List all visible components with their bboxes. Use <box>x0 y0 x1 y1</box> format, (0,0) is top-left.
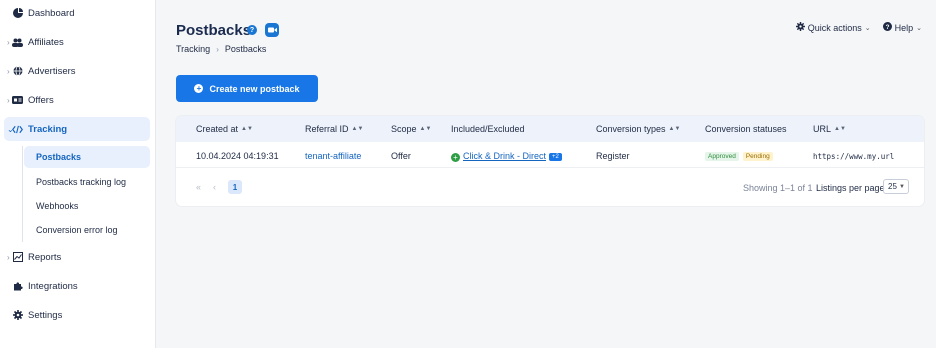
column-header-conversion-statuses: Conversion statuses <box>705 124 787 134</box>
help-label: Help <box>894 22 914 33</box>
column-label: Conversion types <box>596 124 666 134</box>
sort-icon: ▲▼ <box>419 126 432 132</box>
sidebar-subitem-webhooks[interactable]: Webhooks <box>24 195 150 217</box>
cell-included-excluded: + Click & Drink - Direct +2 <box>451 151 562 162</box>
status-badge-pending: Pending <box>742 152 773 161</box>
create-postback-label: Create new postback <box>209 83 300 94</box>
showing-count: Showing 1–1 of 1 <box>743 183 813 193</box>
column-header-conversion-types[interactable]: Conversion types ▲▼ <box>596 124 680 134</box>
cell-conversion-statuses: Approved Pending <box>705 150 777 161</box>
create-postback-button[interactable]: + Create new postback <box>176 75 318 102</box>
page-button-current[interactable]: 1 <box>228 180 243 194</box>
sidebar: Dashboard › Affiliates › Advertisers › O… <box>0 0 156 348</box>
cell-conversion-type: Register <box>596 151 630 161</box>
sidebar-item-label: Tracking <box>28 123 68 135</box>
first-page-button[interactable]: « <box>196 182 201 192</box>
more-items-badge[interactable]: +2 <box>549 153 562 161</box>
video-camera-icon <box>267 27 277 33</box>
submenu-rail <box>22 146 23 242</box>
sidebar-item-integrations[interactable]: Integrations <box>4 274 150 298</box>
puzzle-icon <box>12 281 23 292</box>
plus-circle-icon: + <box>194 84 204 93</box>
chevron-right-icon: › <box>7 66 10 76</box>
sort-icon: ▲▼ <box>668 126 681 132</box>
question-icon: ? <box>882 22 892 33</box>
column-header-scope[interactable]: Scope ▲▼ <box>391 124 431 134</box>
column-header-url[interactable]: URL ▲▼ <box>813 124 846 134</box>
chevron-right-icon: › <box>216 44 219 54</box>
sidebar-item-tracking[interactable]: ⌄ Tracking <box>4 117 150 141</box>
sidebar-subitem-conversion-error-log[interactable]: Conversion error log <box>24 219 150 241</box>
sidebar-subitem-postbacks-tracking-log[interactable]: Postbacks tracking log <box>24 171 150 193</box>
prev-page-button[interactable]: ‹ <box>213 182 216 192</box>
chevron-right-icon: › <box>7 95 10 105</box>
top-actions: Quick actions ⌄ ? Help ⌄ <box>795 22 922 33</box>
pie-chart-icon <box>12 8 23 19</box>
table-header: Created at ▲▼ Referral ID ▲▼ Scope ▲▼ Inclu… <box>176 116 924 142</box>
sidebar-item-label: Dashboard <box>28 7 75 19</box>
cell-created-at: 10.04.2024 04:19:31 <box>196 151 279 161</box>
column-label: Created at <box>196 124 239 134</box>
report-icon <box>12 252 23 263</box>
sidebar-item-label: Offers <box>28 94 54 106</box>
included-plus-icon: + <box>451 153 460 162</box>
column-header-included-excluded: Included/Excluded <box>451 124 525 134</box>
gear-icon <box>12 310 23 321</box>
sidebar-item-affiliates[interactable]: › Affiliates <box>4 30 150 54</box>
tag-icon <box>12 95 23 106</box>
globe-icon <box>12 66 23 77</box>
column-header-referral-id[interactable]: Referral ID ▲▼ <box>305 124 363 134</box>
status-badge-approved: Approved <box>705 152 739 161</box>
chevron-down-icon: ⌄ <box>916 24 922 32</box>
column-label: Conversion statuses <box>705 124 787 134</box>
postbacks-table: Created at ▲▼ Referral ID ▲▼ Scope ▲▼ Inclu… <box>176 116 924 206</box>
breadcrumb: Tracking › Postbacks <box>176 44 266 54</box>
table-row[interactable]: 10.04.2024 04:19:31 tenant-affiliate Off… <box>176 142 924 168</box>
page-title: Postbacks <box>176 22 252 39</box>
per-page-value: 25 <box>888 182 897 191</box>
help-menu-button[interactable]: ? Help ⌄ <box>882 22 922 33</box>
sort-icon: ▲▼ <box>241 126 253 132</box>
column-label: Referral ID <box>305 124 349 134</box>
gear-icon <box>795 22 805 33</box>
column-header-created-at[interactable]: Created at ▲▼ <box>196 124 253 134</box>
sidebar-item-advertisers[interactable]: › Advertisers <box>4 59 150 83</box>
sidebar-item-label: Affiliates <box>28 36 64 48</box>
column-label: Included/Excluded <box>451 124 525 134</box>
column-label: URL <box>813 124 832 134</box>
sidebar-item-reports[interactable]: › Reports <box>4 245 150 269</box>
chevron-down-icon: ▼ <box>899 183 905 190</box>
sidebar-item-dashboard[interactable]: Dashboard <box>4 1 150 25</box>
sort-icon: ▲▼ <box>834 126 846 132</box>
chevron-right-icon: › <box>7 252 10 262</box>
listings-per-page-label: Listings per page <box>816 183 885 193</box>
listings-per-page-select[interactable]: 25 ▼ <box>883 179 909 194</box>
code-icon <box>12 124 23 135</box>
breadcrumb-tracking[interactable]: Tracking <box>176 44 210 54</box>
column-label: Scope <box>391 124 417 134</box>
sort-icon: ▲▼ <box>351 126 364 132</box>
sidebar-item-settings[interactable]: Settings <box>4 303 150 327</box>
pagination: « ‹ 1 <box>196 180 243 194</box>
chevron-right-icon: › <box>7 37 10 47</box>
cell-referral-id-link[interactable]: tenant-affiliate <box>305 151 361 161</box>
chevron-down-icon: ⌄ <box>864 24 871 32</box>
quick-actions-label: Quick actions <box>807 22 862 33</box>
help-icon[interactable]: ? <box>247 25 257 35</box>
sidebar-item-label: Reports <box>28 251 62 263</box>
sidebar-subitem-postbacks[interactable]: Postbacks <box>24 146 150 168</box>
sidebar-item-label: Advertisers <box>28 65 76 77</box>
included-offer-link[interactable]: Click & Drink - Direct <box>463 151 546 161</box>
sidebar-item-label: Settings <box>28 309 63 321</box>
quick-actions-button[interactable]: Quick actions ⌄ <box>795 22 871 33</box>
cell-scope: Offer <box>391 151 411 161</box>
cell-url: https://www.my.url <box>813 152 895 161</box>
sidebar-item-label: Integrations <box>28 280 78 292</box>
breadcrumb-current: Postbacks <box>224 44 267 54</box>
svg-text:?: ? <box>885 24 889 31</box>
users-icon <box>12 37 23 48</box>
video-tutorial-button[interactable] <box>265 23 279 37</box>
sidebar-item-offers[interactable]: › Offers <box>4 88 150 112</box>
